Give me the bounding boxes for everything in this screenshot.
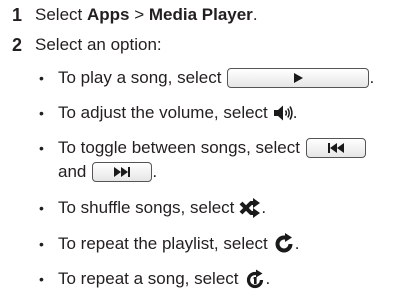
step-text: Select an option: — [35, 35, 162, 54]
bullet-text: To toggle between songs, select — [58, 138, 366, 158]
play-button[interactable] — [227, 68, 370, 88]
bullet-period: . — [265, 269, 271, 288]
bullet-label: To repeat a song, select — [58, 269, 239, 288]
step-number: 1 — [12, 4, 23, 25]
step-number: 2 — [12, 34, 23, 55]
bullet-dot: • — [39, 200, 44, 216]
play-icon — [292, 72, 304, 84]
instructions-document: 1 Select Apps > Media Player. 2 Select a… — [0, 0, 419, 298]
bullet-text: To shuffle songs, select . — [58, 197, 266, 219]
bullet-label-and: and — [58, 162, 87, 181]
bullet-play: • To play a song, select . — [0, 63, 419, 93]
bullet-period: . — [292, 103, 298, 122]
bullet-period: . — [369, 68, 375, 87]
next-track-icon — [114, 167, 131, 177]
previous-track-button[interactable] — [305, 138, 366, 158]
bullet-shuffle: • To shuffle songs, select . — [0, 193, 419, 223]
bullet-text: To adjust the volume, select . — [58, 103, 298, 123]
bullet-label: To play a song, select — [58, 68, 222, 87]
step-text-suffix: . — [252, 5, 258, 24]
step-text-prefix: Select — [35, 5, 87, 24]
bullet-text: To repeat the playlist, select . — [58, 233, 300, 255]
apps-label: Apps — [86, 5, 130, 24]
bullet-period: . — [152, 162, 158, 181]
bullet-repeat-song: • To repeat a song, select . — [0, 264, 419, 294]
path-separator: > — [129, 5, 149, 24]
bullet-dot: • — [39, 271, 44, 287]
media-player-label: Media Player — [148, 5, 253, 24]
volume-icon[interactable] — [273, 103, 293, 123]
step-text: Select Apps > Media Player. — [35, 5, 258, 25]
repeat-icon[interactable] — [273, 233, 295, 255]
bullet-label: To repeat the playlist, select — [58, 234, 268, 253]
bullet-dot: • — [39, 236, 44, 252]
bullet-dot: • — [39, 70, 44, 86]
bullet-text: To play a song, select . — [58, 68, 374, 88]
bullet-period: . — [261, 198, 267, 217]
bullet-dot: • — [39, 105, 44, 121]
bullet-label: To shuffle songs, select — [58, 198, 235, 217]
bullet-label: To toggle between songs, select — [58, 138, 300, 157]
repeat-one-icon[interactable] — [244, 268, 266, 290]
bullet-repeat-playlist: • To repeat the playlist, select . — [0, 229, 419, 259]
bullet-period: . — [294, 234, 300, 253]
bullet-toggle-songs-line2: and . — [0, 157, 419, 187]
bullet-dot: • — [39, 140, 44, 156]
next-track-button[interactable] — [92, 162, 153, 182]
bullet-label: To adjust the volume, select — [58, 103, 268, 122]
bullet-text: and . — [58, 162, 157, 182]
bullet-text: To repeat a song, select . — [58, 268, 270, 290]
bullet-volume: • To adjust the volume, select . — [0, 98, 419, 128]
shuffle-icon[interactable] — [239, 197, 261, 219]
previous-track-icon — [327, 143, 344, 153]
